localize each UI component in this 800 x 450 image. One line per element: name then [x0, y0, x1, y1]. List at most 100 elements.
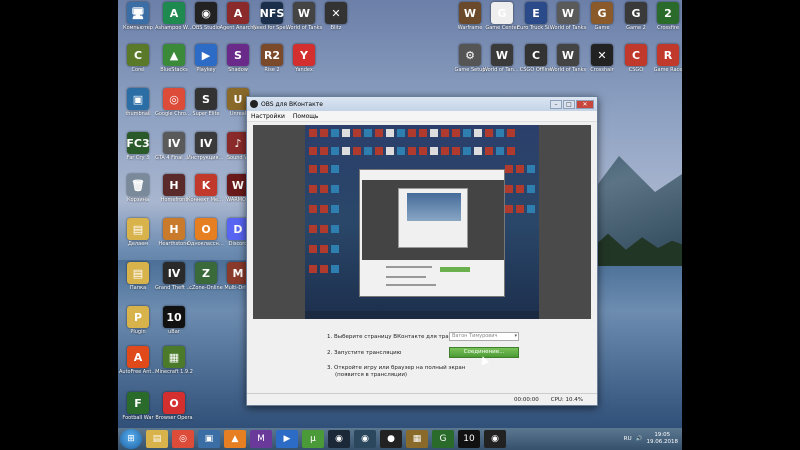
desktop-icon[interactable]: KКоннект Менеджер — [187, 174, 225, 214]
desktop-icon[interactable]: 🖥 Компьютер — [120, 2, 156, 42]
taskbar-app-vs-icon[interactable]: M — [250, 430, 272, 448]
menu-help[interactable]: Помощь — [293, 113, 319, 120]
desktop-icon[interactable]: 🗑 Корзина — [120, 174, 156, 214]
desktop-icon[interactable]: ◎ Google Chrome — [155, 88, 193, 128]
desktop-icon[interactable]: R Game Race — [650, 44, 686, 84]
desktop-icon[interactable]: G Game Center — [484, 2, 520, 42]
taskbar-app-steam-icon[interactable]: ◉ — [328, 430, 350, 448]
desktop-icon[interactable]: G Game 2 — [618, 2, 654, 42]
desktop-icon[interactable]: AAutoFree Antivirus — [119, 346, 157, 386]
desktop-icon[interactable]: ▤ Делаем — [120, 218, 156, 258]
desktop-icon[interactable]: A Agent Anarchy — [220, 2, 256, 42]
app-icon: ✕ — [591, 44, 613, 66]
desktop-icon[interactable]: EEuro Truck Simulator — [517, 2, 555, 42]
taskbar-app-dvd-icon[interactable]: ● — [380, 430, 402, 448]
app-icon: W — [491, 44, 513, 66]
desktop-icon-label: Super Elite — [192, 111, 220, 117]
menu-settings[interactable]: Настройки — [251, 113, 285, 120]
desktop-icon[interactable]: IVGrand Theft Auto IV — [155, 262, 193, 302]
desktop-icon-label: World of Tanks — [285, 25, 323, 31]
app-icon: G — [591, 2, 613, 24]
desktop-icon[interactable]: C Corel — [120, 44, 156, 84]
desktop-icon[interactable]: NFS Need for Speed — [253, 2, 291, 42]
desktop-icon-label: Corel — [131, 67, 145, 73]
desktop-icon[interactable]: ✕ Blitz — [318, 2, 354, 42]
desktop-icon[interactable]: ▶ Playkey — [188, 44, 224, 84]
desktop-icon[interactable]: S Super Elite — [188, 88, 224, 128]
desktop-icon[interactable]: ▤ Папка — [120, 262, 156, 302]
desktop-icon[interactable]: H Hearthstone — [156, 218, 192, 258]
app-icon: H — [163, 174, 185, 196]
taskbar-app-box-icon[interactable]: ▦ — [406, 430, 428, 448]
app-icon: 🖥 — [127, 2, 149, 24]
desktop-icon-label: AutoFree Antivirus — [119, 369, 157, 375]
taskbar-app-steam2-icon[interactable]: ◉ — [354, 430, 376, 448]
desktop-icon[interactable]: ✕ Crosshair — [584, 44, 620, 84]
desktop-icon[interactable]: W World of Tanks — [286, 2, 322, 42]
desktop-icon[interactable]: IV GTA 4 Final mod — [155, 132, 193, 172]
taskbar-app-explorer-icon[interactable]: ▤ — [146, 430, 168, 448]
close-button[interactable]: ✕ — [576, 99, 594, 109]
clock[interactable]: 19:05 19.06.2018 — [647, 432, 679, 446]
desktop-icon[interactable]: AAshampoo WinOptimizer — [155, 2, 193, 42]
volume-icon[interactable]: 🔊 — [636, 436, 643, 442]
desktop-icon-label: Game Center — [485, 25, 519, 31]
desktop-icon[interactable]: FC3 Far Cry 3 — [120, 132, 156, 172]
desktop-icon-label: BlueStacks — [160, 67, 188, 73]
desktop-icon[interactable]: F Football War — [120, 392, 156, 432]
taskbar-app-media-icon[interactable]: ▣ — [198, 430, 220, 448]
app-icon: A — [227, 2, 249, 24]
desktop-icon[interactable]: C CSGO Offline — [518, 44, 554, 84]
desktop-icon[interactable]: ZcZone-Online — [188, 262, 224, 302]
app-icon: W — [459, 2, 481, 24]
desktop-icon[interactable]: ▲ BlueStacks — [156, 44, 192, 84]
minimize-button[interactable]: – — [550, 99, 562, 109]
desktop-icon[interactable]: WWorld of Tanks Blitz — [483, 44, 521, 84]
taskbar-app-ubar-icon[interactable]: 10 — [458, 430, 480, 448]
desktop-icon[interactable]: 10 uBar — [156, 306, 192, 346]
app-icon: ◉ — [195, 2, 217, 24]
taskbar-app-vlc-icon[interactable]: ▲ — [224, 430, 246, 448]
maximize-button[interactable]: □ — [563, 99, 575, 109]
desktop-icon[interactable]: W World of Tanks — [550, 2, 586, 42]
desktop-icon[interactable]: P Plugin — [120, 306, 156, 346]
app-icon: Z — [195, 262, 217, 284]
desktop-icon[interactable]: C CSGO — [618, 44, 654, 84]
app-icon: ▦ — [163, 346, 185, 368]
desktop-icon[interactable]: ▦ Minecraft 1.9.2 — [155, 346, 193, 386]
desktop-icon[interactable]: G Game — [584, 2, 620, 42]
taskbar-app-play-icon[interactable]: ▶ — [276, 430, 298, 448]
taskbar-app-chrome-icon[interactable]: ◎ — [172, 430, 194, 448]
desktop-icon[interactable]: 2 Crossfire — [650, 2, 686, 42]
desktop-icon[interactable]: О Одноклассники — [187, 218, 225, 258]
desktop-icon[interactable]: S Shadow — [220, 44, 256, 84]
language-indicator[interactable]: RU — [624, 436, 632, 442]
desktop-icon-label: Far Cry 3 — [126, 155, 150, 161]
taskbar-app-obs-icon[interactable]: ◉ — [484, 430, 506, 448]
desktop-icon[interactable]: ▣ thumbnail — [120, 88, 156, 128]
desktop-icon[interactable]: ⚙ Game Setup — [452, 44, 488, 84]
desktop-icon[interactable]: ◉ OBS Studio — [188, 2, 224, 42]
app-icon: S — [227, 44, 249, 66]
chevron-down-icon: ▾ — [514, 333, 517, 339]
desktop-icon[interactable]: W World of Tanks — [550, 44, 586, 84]
desktop-icon[interactable]: R2 Rise 2 — [254, 44, 290, 84]
app-icon: ▶ — [195, 44, 217, 66]
desktop-icon[interactable]: Y Yandex — [286, 44, 322, 84]
desktop-icon[interactable]: H Homefront — [156, 174, 192, 214]
app-icon: IV — [163, 262, 185, 284]
obs-window[interactable]: OBS для ВКонтакте – □ ✕ Настройки Помощь — [246, 96, 598, 406]
app-icon: 🗑 — [127, 174, 149, 196]
app-icon: R2 — [261, 44, 283, 66]
desktop-icon-label: Hearthstone — [158, 241, 190, 247]
start-button[interactable]: ⊞ — [120, 429, 142, 449]
desktop-icon[interactable]: IVИнструкция GTA 4 Final — [187, 132, 225, 172]
taskbar-app-game-icon[interactable]: G — [432, 430, 454, 448]
page-select[interactable]: Вагон Тимурович ▾ — [449, 332, 519, 341]
taskbar-app-torrent-icon[interactable]: μ — [302, 430, 324, 448]
desktop-icon[interactable]: O Browser Opera — [155, 392, 193, 432]
window-titlebar[interactable]: OBS для ВКонтакте – □ ✕ — [247, 97, 597, 111]
desktop-icon-label: Yandex — [295, 67, 313, 73]
stream-form: 1. Выберите страницу ВКонтакте для транс… — [253, 325, 591, 391]
desktop-icon[interactable]: W Warframe — [452, 2, 488, 42]
